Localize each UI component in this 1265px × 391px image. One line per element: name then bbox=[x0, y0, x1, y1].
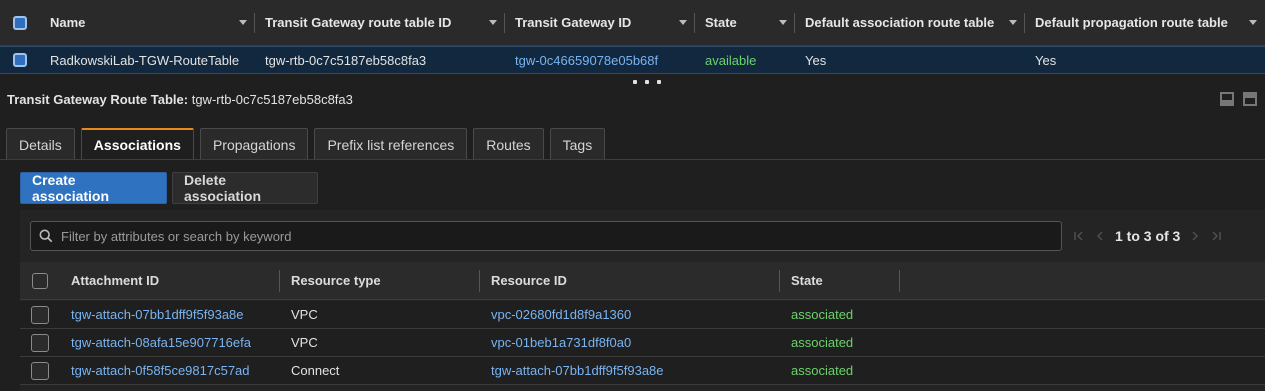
search-placeholder: Filter by attributes or search by keywor… bbox=[61, 228, 292, 244]
column-header-resource-type[interactable]: Resource type bbox=[280, 262, 480, 299]
row-checkbox[interactable] bbox=[31, 305, 49, 324]
column-header-name[interactable]: Name bbox=[40, 0, 255, 45]
column-header-default-association[interactable]: Default association route table bbox=[795, 0, 1025, 45]
row-state: available bbox=[705, 52, 757, 68]
delete-association-button[interactable]: Delete association bbox=[172, 172, 318, 204]
first-page-icon[interactable] bbox=[1073, 230, 1085, 242]
row-select-cell bbox=[0, 47, 40, 73]
select-all-checkbox[interactable] bbox=[32, 272, 48, 289]
attachment-id-link[interactable]: tgw-attach-07bb1dff9f5f93a8e bbox=[60, 301, 280, 328]
row-default-propagation: Yes bbox=[1035, 52, 1057, 68]
create-association-button[interactable]: Create association bbox=[20, 172, 167, 204]
filter-search-input[interactable]: Filter by attributes or search by keywor… bbox=[30, 221, 1062, 251]
column-header-attachment-id[interactable]: Attachment ID bbox=[60, 262, 280, 299]
row-route-table-id: tgw-rtb-0c7c5187eb58c8fa3 bbox=[265, 52, 427, 68]
select-all-cell bbox=[20, 262, 60, 299]
tab-routes[interactable]: Routes bbox=[473, 128, 544, 160]
tab-associations[interactable]: Associations bbox=[80, 128, 194, 160]
associations-panel: Filter by attributes or search by keywor… bbox=[20, 210, 1265, 391]
row-tgw-id-link[interactable]: tgw-0c46659078e05b68f bbox=[505, 47, 695, 73]
pane-resize-handle[interactable] bbox=[633, 80, 661, 86]
table-row[interactable]: tgw-attach-0f58f5ce9817c57ad Connect tgw… bbox=[20, 357, 1265, 385]
column-header-tgw-id[interactable]: Transit Gateway ID bbox=[505, 0, 695, 45]
chevron-down-icon[interactable] bbox=[239, 20, 247, 25]
attachment-id-link[interactable]: tgw-attach-08afa15e907716efa bbox=[60, 329, 280, 356]
chevron-down-icon[interactable] bbox=[489, 20, 497, 25]
chevron-down-icon[interactable] bbox=[1009, 20, 1017, 25]
resource-type: Connect bbox=[291, 363, 340, 378]
pager-text: 1 to 3 of 3 bbox=[1115, 228, 1181, 244]
column-header-state[interactable]: State bbox=[780, 262, 900, 299]
column-header-state[interactable]: State bbox=[695, 0, 795, 45]
association-state: associated bbox=[791, 307, 854, 322]
tabs-divider bbox=[0, 159, 1265, 160]
chevron-down-icon[interactable] bbox=[779, 20, 787, 25]
next-page-icon[interactable] bbox=[1190, 230, 1200, 242]
column-header-resource-id[interactable]: Resource ID bbox=[480, 262, 780, 299]
minimize-icon[interactable] bbox=[1220, 92, 1234, 106]
maximize-icon[interactable] bbox=[1243, 92, 1257, 106]
resource-id-link[interactable]: vpc-02680fd1d8f9a1360 bbox=[480, 301, 780, 328]
detail-tabs: Details Associations Propagations Prefix… bbox=[6, 128, 606, 160]
resource-id-link[interactable]: vpc-01beb1a731df8f0a0 bbox=[480, 329, 780, 356]
column-header-route-table-id[interactable]: Transit Gateway route table ID bbox=[255, 0, 505, 45]
row-default-association: Yes bbox=[805, 52, 827, 68]
select-all-checkbox[interactable] bbox=[13, 15, 27, 30]
route-tables-table: Name Transit Gateway route table ID Tran… bbox=[0, 0, 1265, 74]
table-row[interactable]: tgw-attach-07bb1dff9f5f93a8e VPC vpc-026… bbox=[20, 301, 1265, 329]
row-name: RadkowskiLab-TGW-RouteTable bbox=[50, 52, 240, 68]
row-checkbox[interactable] bbox=[13, 53, 27, 67]
select-all-cell bbox=[0, 0, 40, 45]
detail-title: Transit Gateway Route Table: tgw-rtb-0c7… bbox=[7, 92, 353, 107]
resource-type: VPC bbox=[291, 307, 318, 322]
pane-window-controls bbox=[1220, 92, 1257, 106]
tab-tags[interactable]: Tags bbox=[549, 128, 606, 160]
associations-table-header: Attachment ID Resource type Resource ID … bbox=[20, 262, 1265, 300]
prev-page-icon[interactable] bbox=[1095, 230, 1105, 242]
table-row[interactable]: tgw-attach-08afa15e907716efa VPC vpc-01b… bbox=[20, 329, 1265, 357]
attachment-id-link[interactable]: tgw-attach-0f58f5ce9817c57ad bbox=[60, 357, 280, 384]
table-row-selected[interactable]: RadkowskiLab-TGW-RouteTable tgw-rtb-0c7c… bbox=[0, 46, 1265, 74]
tab-prefix-list-references[interactable]: Prefix list references bbox=[314, 128, 468, 160]
association-state: associated bbox=[791, 363, 854, 378]
last-page-icon[interactable] bbox=[1210, 230, 1222, 242]
tab-propagations[interactable]: Propagations bbox=[199, 128, 309, 160]
route-tables-header: Name Transit Gateway route table ID Tran… bbox=[0, 0, 1265, 46]
association-state: associated bbox=[791, 335, 854, 350]
search-icon bbox=[39, 229, 53, 243]
resource-type: VPC bbox=[291, 335, 318, 350]
tab-details[interactable]: Details bbox=[6, 128, 75, 160]
row-checkbox[interactable] bbox=[31, 361, 49, 380]
chevron-down-icon[interactable] bbox=[1249, 20, 1257, 25]
resource-id-link[interactable]: tgw-attach-07bb1dff9f5f93a8e bbox=[480, 357, 780, 384]
chevron-down-icon[interactable] bbox=[679, 20, 687, 25]
column-header-default-propagation[interactable]: Default propagation route table bbox=[1025, 0, 1265, 45]
row-checkbox[interactable] bbox=[31, 333, 49, 352]
pagination: 1 to 3 of 3 bbox=[1073, 228, 1222, 244]
